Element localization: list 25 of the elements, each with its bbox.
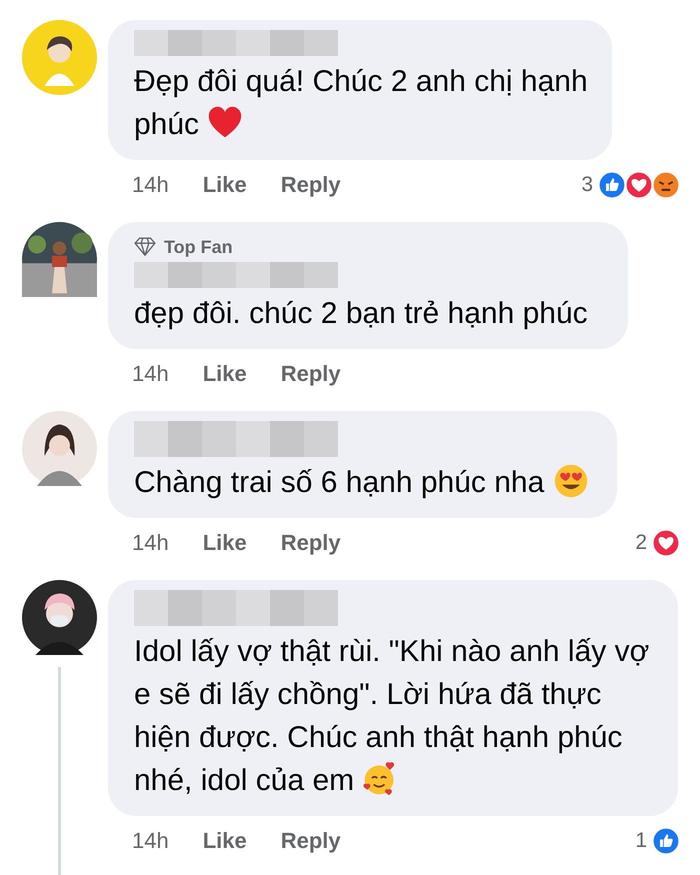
comment-text: Chàng trai số 6 hạnh phúc nha <box>134 461 605 504</box>
comment-text: đẹp đôi. chúc 2 bạn trẻ hạnh phúc <box>134 296 589 332</box>
reply-link[interactable]: Reply <box>280 530 341 556</box>
angry-face-icon <box>651 170 681 200</box>
like-link[interactable]: Like <box>202 361 247 387</box>
comment-text: Đẹp đôi quá! Chúc 2 anh chị hạnh phúc <box>134 64 589 143</box>
thumbs-up-icon <box>651 826 681 856</box>
timestamp: 14h <box>132 530 169 556</box>
heart-eyes-emoji-icon <box>552 463 589 499</box>
top-fan-label: Top Fan <box>164 236 233 258</box>
reaction-count: 1 <box>635 829 647 853</box>
timestamp: 14h <box>132 361 169 387</box>
comment-text: Idol lấy vợ thật rùi. "Khi nào anh lấy vợ e sẽ đi lấy chồng". Lời hứa đã thực hiện được. Chúc anh thật hạnh phúc nhé, idol của em <box>134 634 650 799</box>
reply-link[interactable]: Reply <box>280 172 341 198</box>
thumbs-up-icon <box>597 170 627 200</box>
like-link[interactable]: Like <box>202 828 247 854</box>
diamond-icon <box>134 236 156 258</box>
reply-link[interactable]: Reply <box>280 361 341 387</box>
reaction-count: 3 <box>581 173 593 197</box>
reaction-count: 2 <box>635 531 647 555</box>
like-link[interactable]: Like <box>202 530 247 556</box>
like-link[interactable]: Like <box>202 172 247 198</box>
timestamp: 14h <box>132 172 169 198</box>
reply-link[interactable]: Reply <box>280 828 341 854</box>
timestamp: 14h <box>132 828 169 854</box>
